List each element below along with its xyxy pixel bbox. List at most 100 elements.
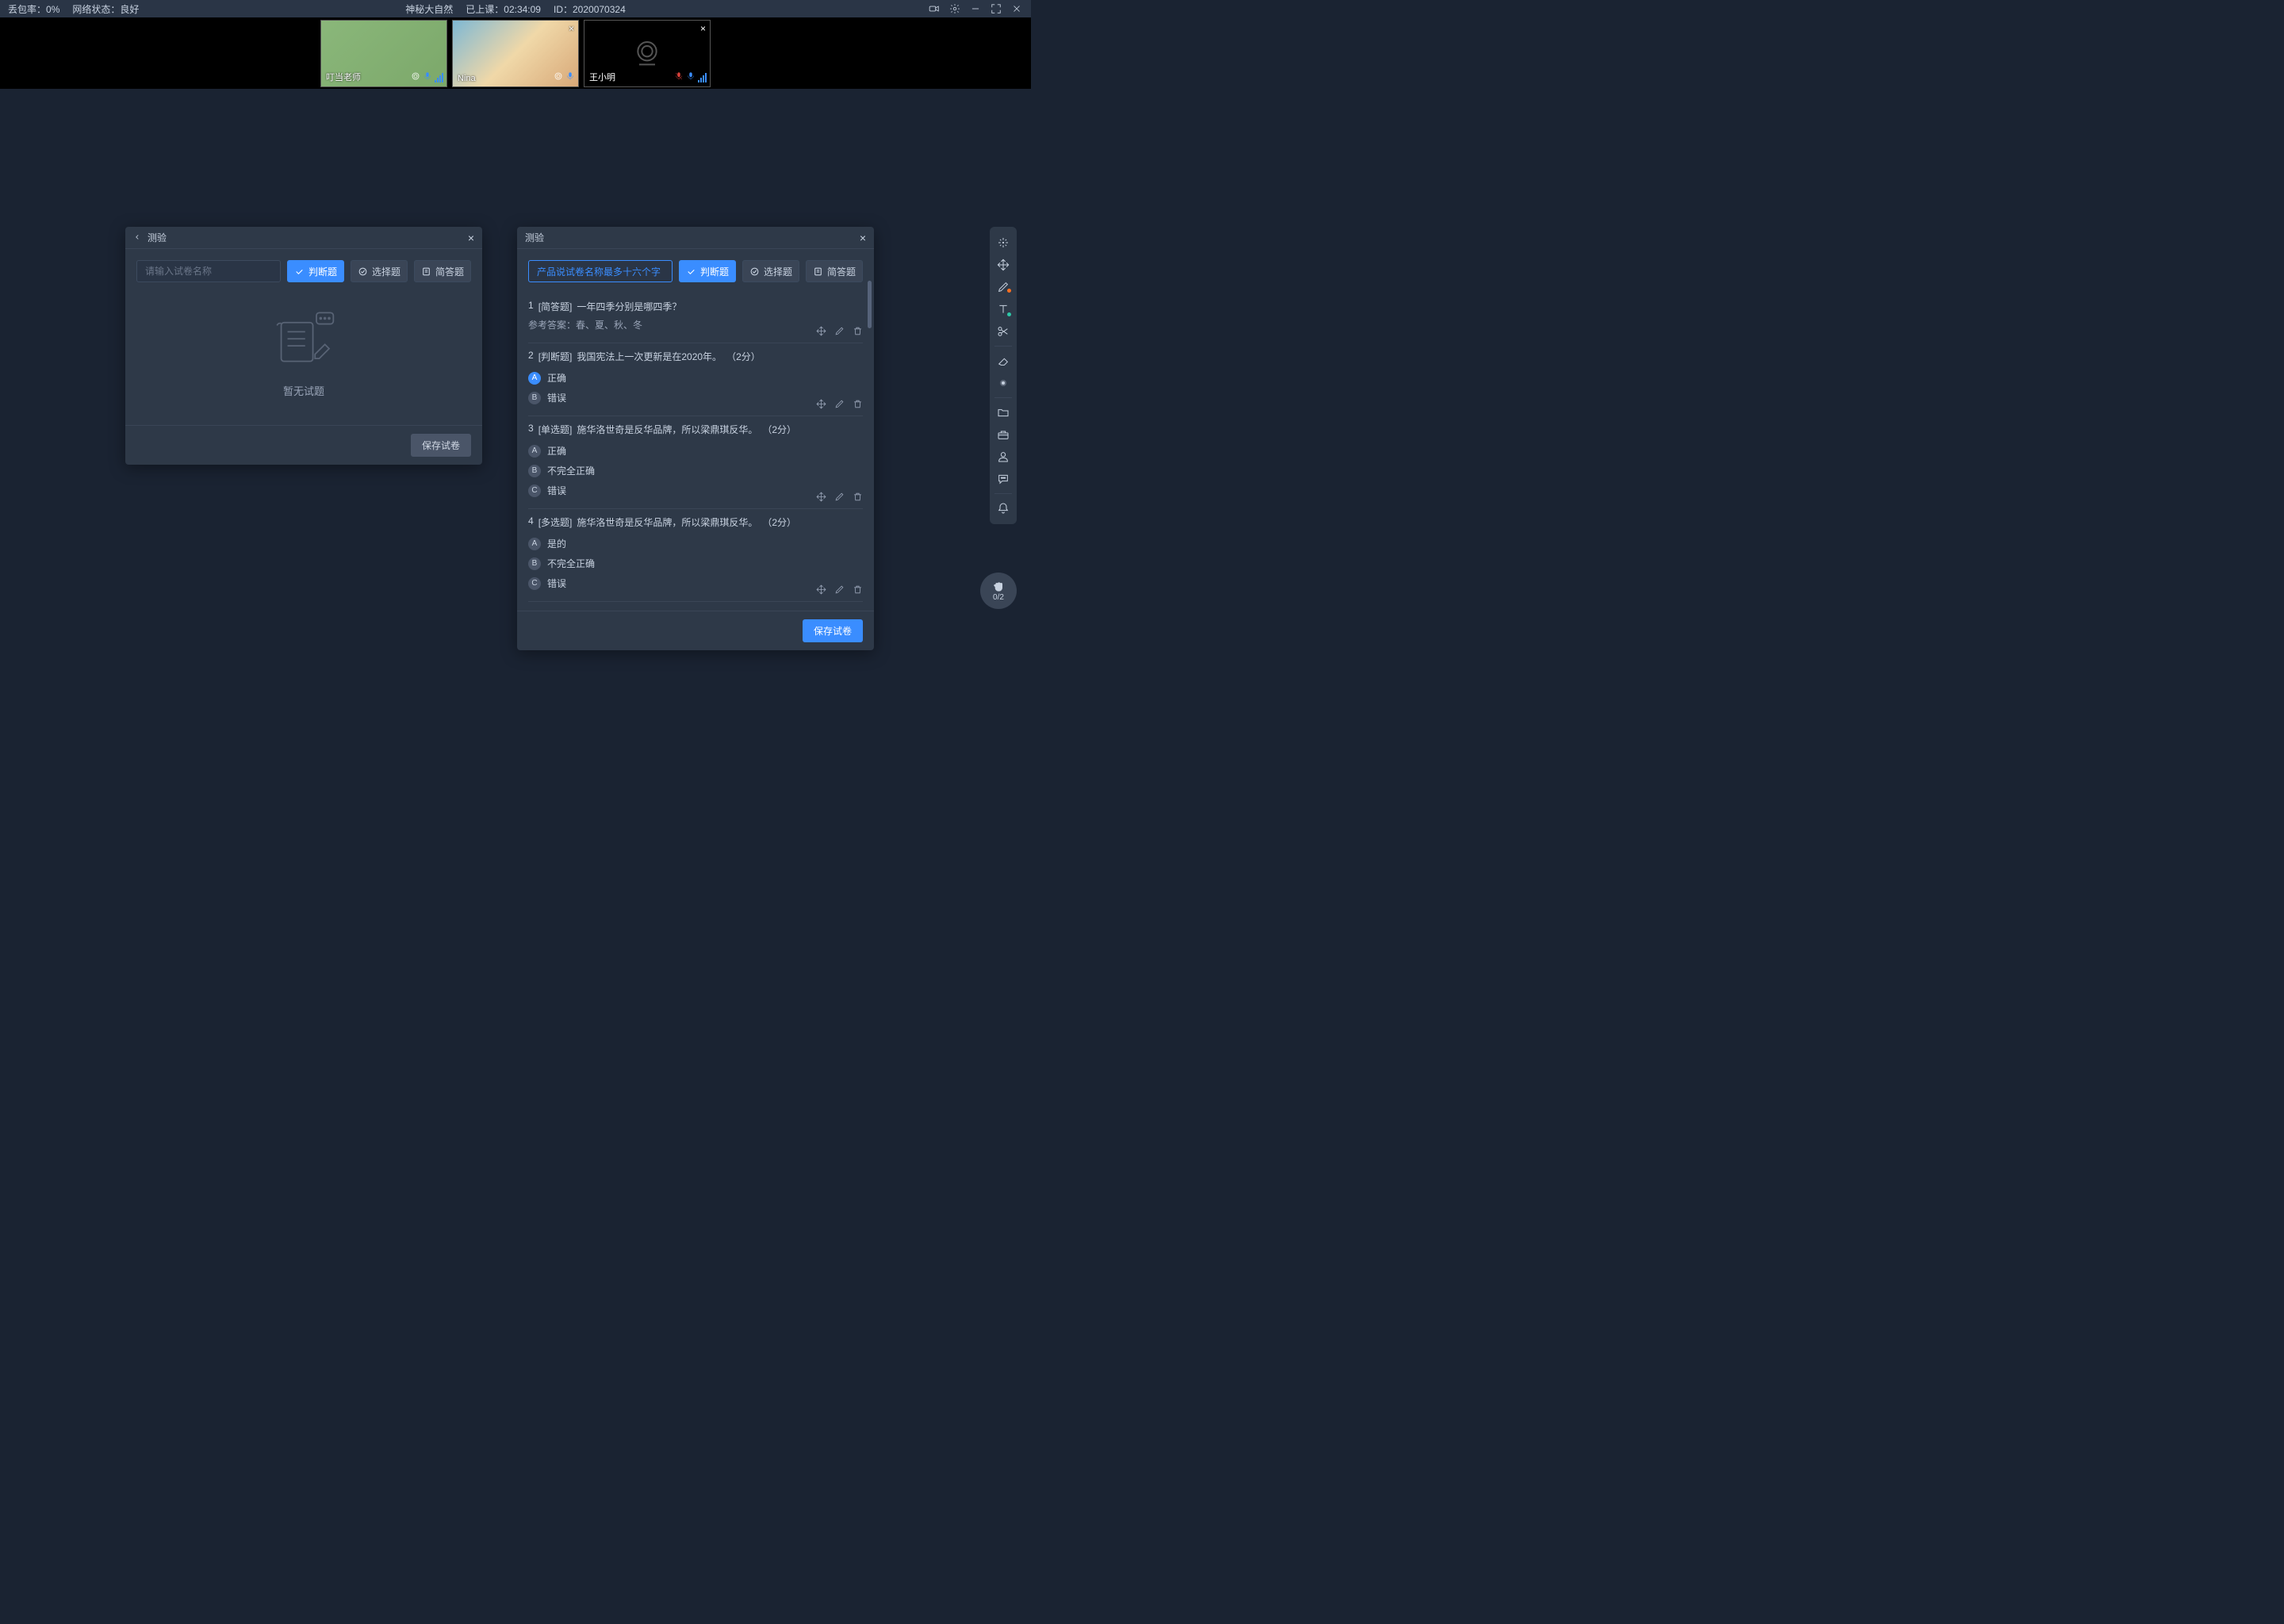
signal-icon: [435, 73, 443, 82]
mic-icon[interactable]: [423, 71, 432, 83]
question-title: 4 [多选题] 施华洛世奇是反华品牌，所以梁鼎琪反华。 （2分）: [528, 515, 863, 529]
mic-muted-icon[interactable]: [674, 71, 684, 83]
add-choice-button[interactable]: 选择题: [351, 260, 408, 282]
topbar-center: 神秘大自然 已上课：02:34:09 ID：2020070324: [405, 2, 626, 16]
question-actions: [816, 399, 863, 409]
delete-icon[interactable]: [853, 492, 863, 502]
question-option[interactable]: A正确: [528, 368, 863, 388]
raise-hand-count: 0/2: [993, 593, 1004, 602]
topbar-left: 丢包率：0% 网络状态：良好: [8, 2, 139, 16]
add-short-button[interactable]: 简答题: [806, 260, 863, 282]
annotate-toolbar: [990, 227, 1017, 524]
camera-icon[interactable]: [554, 71, 563, 83]
move-icon[interactable]: [816, 584, 826, 595]
close-tile-icon[interactable]: ×: [569, 23, 574, 34]
quiz-toolbar: 判断题 选择题 简答题: [528, 260, 863, 282]
question-option[interactable]: B不完全正确: [528, 461, 863, 481]
move-icon[interactable]: [816, 399, 826, 409]
close-icon[interactable]: [1010, 2, 1023, 15]
video-strip: 叮当老师 × Nina × 王小明: [0, 17, 1031, 89]
quiz-name-input[interactable]: [136, 260, 281, 282]
signal-icon: [698, 73, 707, 82]
session-id: ID：2020070324: [554, 2, 626, 16]
delete-icon[interactable]: [853, 399, 863, 409]
panel-header: 测验 ×: [125, 227, 482, 249]
laser-tool-icon[interactable]: [992, 372, 1014, 394]
question-list: 1 [简答题] 一年四季分别是哪四季？ 参考答案：春、夏、秋、冬 2 [判断题]: [528, 293, 863, 602]
move-icon[interactable]: [816, 326, 826, 336]
video-tile-student[interactable]: × 王小明: [584, 20, 711, 87]
raise-hand-button[interactable]: 0/2: [980, 573, 1017, 609]
question-title: 1 [简答题] 一年四季分别是哪四季？: [528, 300, 863, 313]
question-option[interactable]: B不完全正确: [528, 553, 863, 573]
close-panel-icon[interactable]: ×: [860, 232, 866, 244]
close-tile-icon[interactable]: ×: [700, 23, 706, 34]
pen-tool-icon[interactable]: [992, 276, 1014, 298]
text-tool-icon[interactable]: [992, 298, 1014, 320]
panel-footer: 保存试卷: [125, 425, 482, 465]
question-option[interactable]: A正确: [528, 441, 863, 461]
question-actions: [816, 584, 863, 595]
edit-icon[interactable]: [834, 326, 845, 336]
minimize-icon[interactable]: [969, 2, 982, 15]
quiz-toolbar: 判断题 选择题 简答题: [136, 260, 471, 282]
question-item: 1 [简答题] 一年四季分别是哪四季？ 参考答案：春、夏、秋、冬: [528, 293, 863, 343]
delete-icon[interactable]: [853, 584, 863, 595]
edit-icon[interactable]: [834, 399, 845, 409]
panel-footer: 保存试卷: [517, 611, 874, 650]
question-option[interactable]: C错误: [528, 481, 863, 500]
toolbox-tool-icon[interactable]: [992, 423, 1014, 446]
eraser-tool-icon[interactable]: [992, 350, 1014, 372]
save-quiz-button[interactable]: 保存试卷: [411, 434, 471, 457]
move-tool-icon[interactable]: [992, 254, 1014, 276]
camera-icon[interactable]: [411, 71, 420, 83]
delete-icon[interactable]: [853, 326, 863, 336]
panel-title: 测验: [525, 231, 544, 244]
fullscreen-icon[interactable]: [990, 2, 1002, 15]
video-tile-teacher[interactable]: 叮当老师: [320, 20, 447, 87]
camera-toggle-icon[interactable]: [928, 2, 941, 15]
video-name: Nina: [458, 74, 476, 83]
quiz-panel-empty: 测验 × 判断题 选择题 简答题: [125, 227, 482, 465]
question-option[interactable]: C错误: [528, 573, 863, 593]
quiz-panel-filled: 测验 × 判断题 选择题 简答题 1 [简答题]: [517, 227, 874, 650]
panel-body: 判断题 选择题 简答题 1 [简答题] 一年四季分别是哪四季？ 参考答案：春、: [517, 249, 874, 611]
quiz-name-input[interactable]: [528, 260, 673, 282]
add-judge-button[interactable]: 判断题: [679, 260, 736, 282]
topbar-right: [928, 2, 1023, 15]
panel-header: 测验 ×: [517, 227, 874, 249]
edit-icon[interactable]: [834, 584, 845, 595]
question-answer: 参考答案：春、夏、秋、冬: [528, 318, 863, 331]
question-actions: [816, 492, 863, 502]
settings-icon[interactable]: [948, 2, 961, 15]
question-item: 2 [判断题] 我国宪法上一次更新是在2020年。 （2分） A正确 B错误: [528, 343, 863, 416]
class-title: 神秘大自然: [405, 2, 453, 16]
panel-body: 判断题 选择题 简答题: [125, 249, 482, 425]
move-icon[interactable]: [816, 492, 826, 502]
back-icon[interactable]: [133, 232, 141, 243]
video-name: 叮当老师: [326, 71, 361, 83]
scrollbar[interactable]: [868, 281, 872, 328]
empty-text: 暂无试题: [283, 383, 324, 398]
folder-tool-icon[interactable]: [992, 401, 1014, 423]
pointer-tool-icon[interactable]: [992, 232, 1014, 254]
question-title: 3 [单选题] 施华洛世奇是反华品牌，所以梁鼎琪反华。 （2分）: [528, 423, 863, 436]
chat-tool-icon[interactable]: [992, 468, 1014, 490]
question-option[interactable]: A是的: [528, 534, 863, 553]
question-option[interactable]: B错误: [528, 388, 863, 408]
save-quiz-button[interactable]: 保存试卷: [803, 619, 863, 642]
bell-tool-icon[interactable]: [992, 497, 1014, 519]
packet-loss: 丢包率：0%: [8, 2, 59, 16]
mic-icon[interactable]: [686, 71, 696, 83]
video-name: 王小明: [589, 71, 615, 83]
user-tool-icon[interactable]: [992, 446, 1014, 468]
close-panel-icon[interactable]: ×: [468, 232, 474, 244]
edit-icon[interactable]: [834, 492, 845, 502]
add-choice-button[interactable]: 选择题: [742, 260, 799, 282]
add-short-button[interactable]: 简答题: [414, 260, 471, 282]
video-tile-student[interactable]: × Nina: [452, 20, 579, 87]
add-judge-button[interactable]: 判断题: [287, 260, 344, 282]
question-item: 4 [多选题] 施华洛世奇是反华品牌，所以梁鼎琪反华。 （2分） A是的 B不完…: [528, 509, 863, 602]
mic-icon[interactable]: [565, 71, 575, 83]
scissors-tool-icon[interactable]: [992, 320, 1014, 343]
